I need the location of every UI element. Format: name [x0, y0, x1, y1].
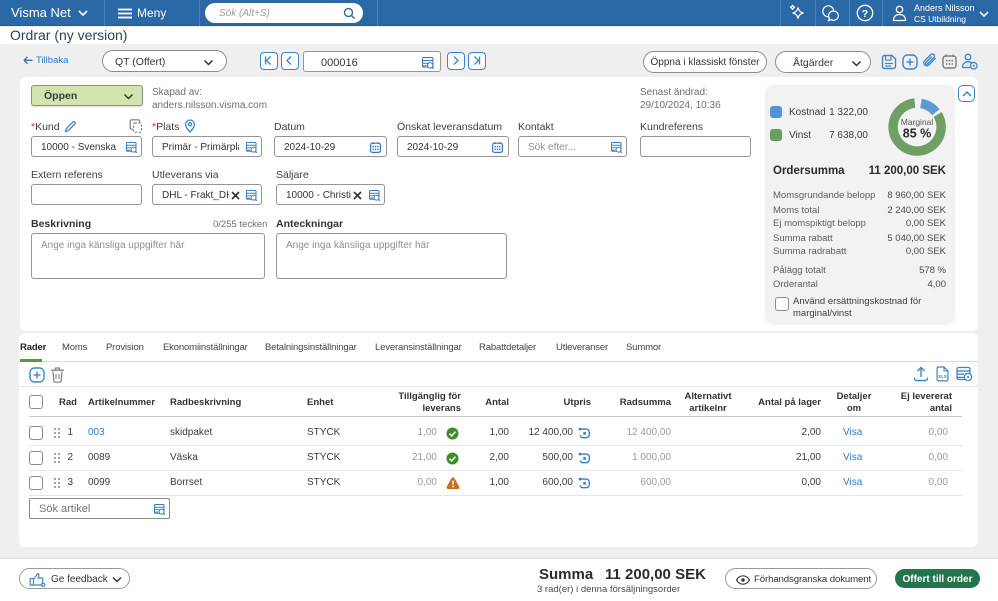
svg-text:Marginal: Marginal [901, 117, 934, 127]
svg-text:85 %: 85 % [903, 127, 932, 141]
svg-text:XLS: XLS [938, 374, 947, 379]
svg-text:?: ? [862, 8, 868, 20]
